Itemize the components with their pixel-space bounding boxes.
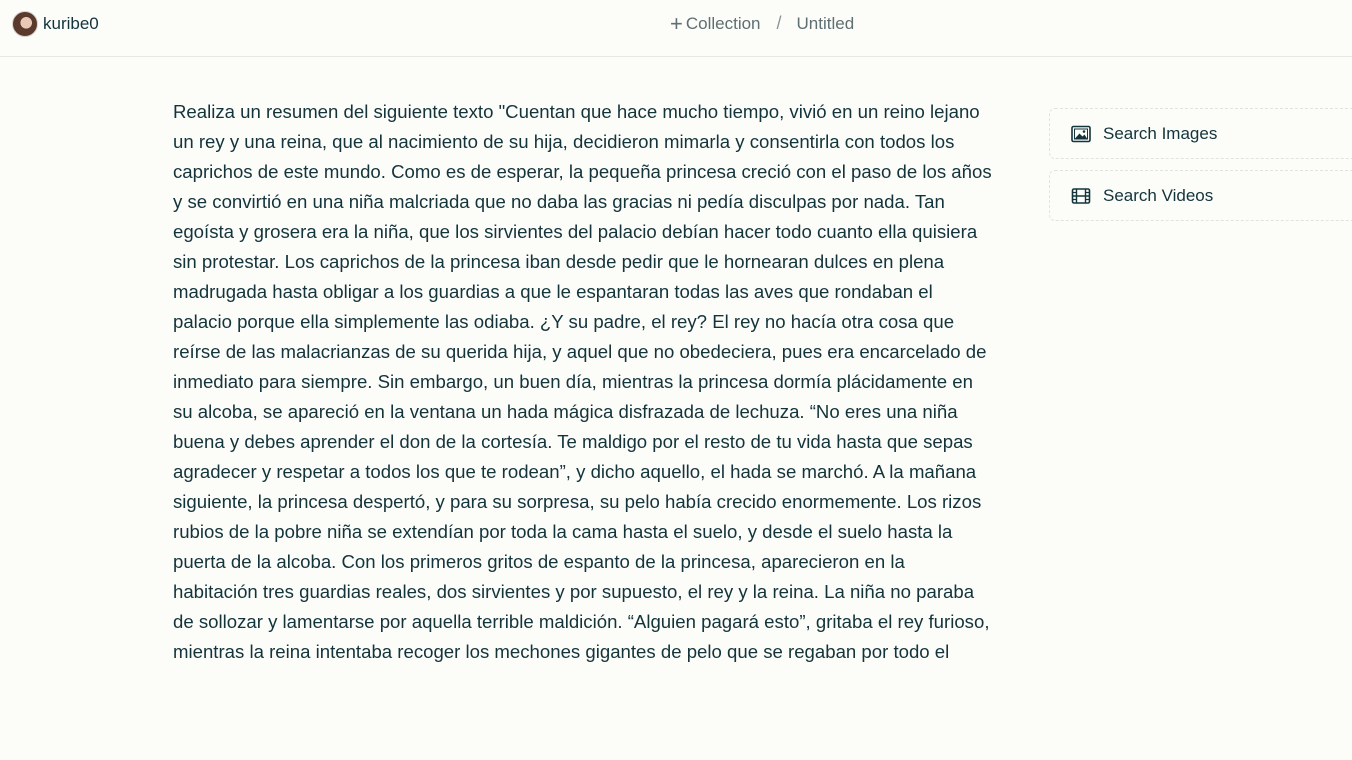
search-images-button[interactable]: Search Images [1049, 108, 1352, 159]
query-text: Realiza un resumen del siguiente texto "… [173, 101, 992, 662]
search-videos-button[interactable]: Search Videos [1049, 170, 1352, 221]
breadcrumb-separator: / [776, 13, 782, 33]
breadcrumb: + Collection / Untitled [670, 10, 855, 36]
username: kuribe0 [43, 14, 99, 33]
search-images-label: Search Images [1103, 123, 1218, 143]
search-videos-label: Search Videos [1103, 185, 1214, 205]
top-bar: kuribe0 + Collection / Untitled [0, 0, 1352, 57]
user-profile[interactable]: kuribe0 [12, 11, 99, 37]
image-icon [1071, 124, 1091, 144]
thread-title[interactable]: Untitled [797, 14, 855, 34]
collection-label: Collection [685, 13, 761, 33]
plus-icon: + [670, 10, 683, 36]
add-to-collection-button[interactable]: + Collection [670, 10, 761, 36]
avatar[interactable] [12, 11, 38, 37]
film-icon [1071, 186, 1091, 206]
